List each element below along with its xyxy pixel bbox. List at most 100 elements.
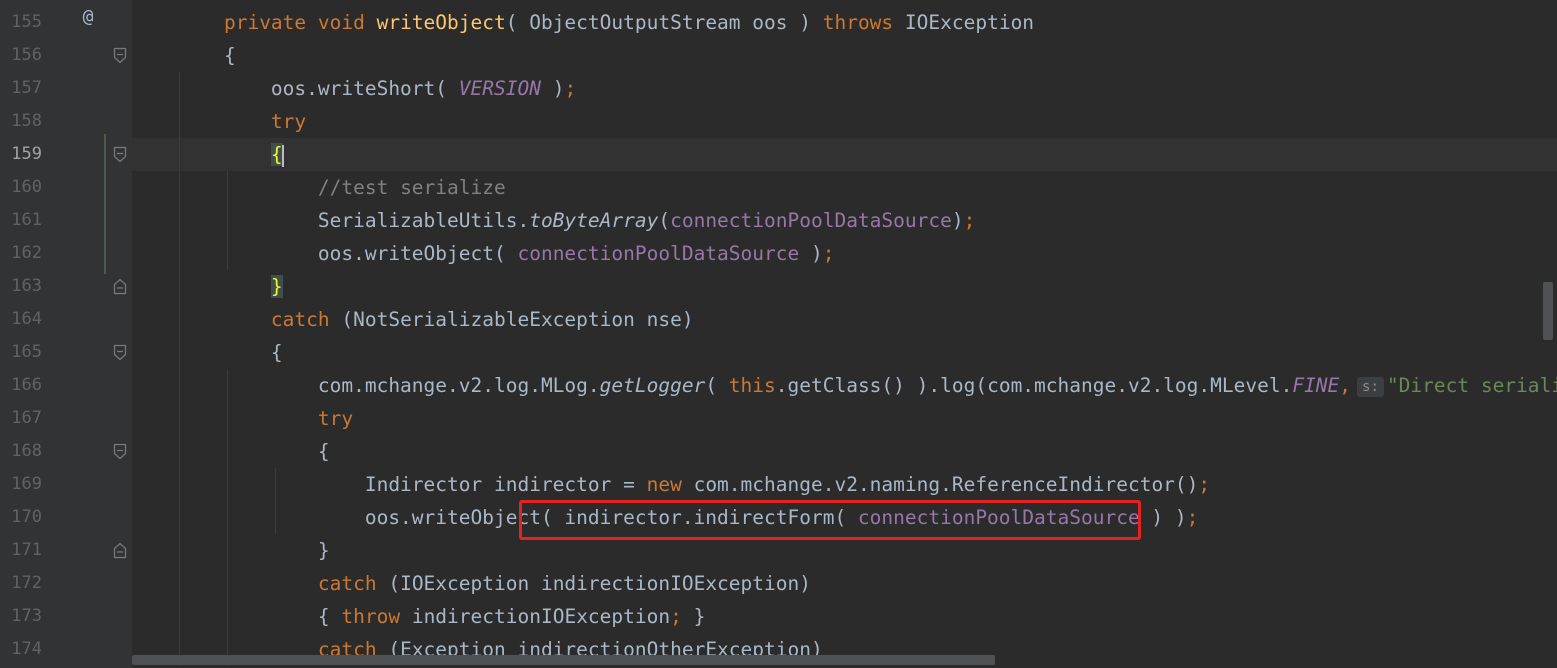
code-token: connectionPoolDataSource [670,209,952,232]
line-number[interactable]: 166 [0,369,42,402]
code-line[interactable]: { [177,39,236,72]
code-token: throws [822,11,905,34]
code-token: } [177,539,330,562]
code-token: catch [317,572,377,595]
code-line[interactable]: { throw indirectionIOException; } [177,600,705,633]
code-token: ) [799,242,823,265]
code-token: { [177,341,283,364]
code-line[interactable]: } [177,270,283,303]
code-token: writeObject [376,11,506,34]
code-token: oos.writeShort( [177,77,459,100]
code-token: FINE [1292,374,1340,397]
override-annotation-icon[interactable]: @ [79,8,97,26]
code-token: com.mchange.v2.naming.ReferenceIndirecto… [693,473,1199,496]
editor-gutter[interactable]: 155 156 157 158 159 160 161 162 163 164 165 166 167 1… [0,0,132,668]
code-line[interactable]: { [177,138,284,171]
text-caret [281,144,284,167]
code-token: { [177,440,330,463]
code-line[interactable]: catch (NotSerializableException nse) [177,303,694,336]
line-number[interactable]: 170 [0,501,42,534]
code-line[interactable]: //test serialize [177,171,506,204]
fold-open-icon[interactable] [113,443,127,460]
code-line[interactable]: } [177,534,330,567]
vertical-scrollbar[interactable] [1543,282,1553,340]
code-line[interactable]: com.mchange.v2.log.MLog.getLogger( this.… [177,369,1557,402]
line-number[interactable]: 171 [0,534,42,567]
code-token: (NotSerializableException nse) [329,308,694,331]
line-number[interactable]: 157 [0,72,42,105]
code-token: //test serialize [317,176,506,199]
code-token: ; [564,77,577,100]
line-number[interactable]: 158 [0,105,42,138]
code-token: ) ) [1139,506,1187,529]
code-token: { [177,44,236,67]
code-token: (IOException indirectionIOException) [376,572,811,595]
line-number[interactable]: 155 [0,6,42,39]
line-number[interactable]: 164 [0,303,42,336]
fold-close-icon[interactable] [113,542,127,559]
code-token: SerializableUtils. [177,209,530,232]
code-token: catch [270,308,330,331]
horizontal-scrollbar[interactable] [132,655,995,665]
code-line[interactable]: { [177,336,283,369]
line-number[interactable]: 173 [0,600,42,633]
code-line[interactable]: { [177,435,330,468]
line-number[interactable]: 165 [0,336,42,369]
line-number[interactable]: 167 [0,402,42,435]
fold-open-icon[interactable] [113,344,127,361]
code-token: ( ObjectOutputStream oos ) [505,11,823,34]
code-line[interactable]: oos.writeShort( VERSION ); [177,72,576,105]
code-area[interactable]: private void writeObject( ObjectOutputSt… [132,0,1557,668]
code-token: try [270,110,307,133]
code-line[interactable]: private void writeObject( ObjectOutputSt… [177,6,1034,39]
code-line[interactable]: Indirector indirector = new com.mchange.… [177,468,1210,501]
code-token: { [177,605,342,628]
line-number[interactable]: 162 [0,237,42,270]
fold-close-icon[interactable] [113,278,127,295]
line-number[interactable]: 174 [0,633,42,666]
code-token: indirectionIOException [411,605,671,628]
code-token: ; [670,605,682,628]
code-token: .getClass() ).log(com.mchange.v2.log.MLe… [775,374,1293,397]
line-number[interactable]: 156 [0,39,42,72]
code-editor[interactable]: 155 156 157 158 159 160 161 162 163 164 165 166 167 1… [0,0,1557,668]
code-token: Indirector indirector = [177,473,647,496]
red-highlight-annotation [519,500,1141,540]
line-number[interactable]: 168 [0,435,42,468]
code-token: ; [822,242,835,265]
code-token: new [646,473,694,496]
code-token: ) [951,209,964,232]
code-token: toByteArray [529,209,659,232]
code-token: try [317,407,354,430]
code-line[interactable]: try [177,402,353,435]
vcs-change-marker[interactable] [104,134,106,274]
fold-open-icon[interactable] [113,47,127,64]
line-number[interactable]: 163 [0,270,42,303]
code-line[interactable]: try [177,105,306,138]
code-token: ; [1186,506,1199,529]
code-token: } [681,605,706,628]
line-number[interactable]: 159 [0,138,42,171]
code-token: com.mchange.v2.log.MLog. [177,374,600,397]
code-token: private void [223,11,377,34]
line-number[interactable]: 161 [0,204,42,237]
code-token: IOException [904,11,1035,34]
code-line[interactable]: oos.writeObject( connectionPoolDataSourc… [177,237,835,270]
code-line[interactable]: SerializableUtils.toByteArray(connection… [177,204,975,237]
code-token: this [728,374,776,397]
line-number[interactable]: 172 [0,567,42,600]
line-number[interactable]: 169 [0,468,42,501]
code-token: throw [341,605,412,628]
parameter-name-hint: s: [1357,376,1384,397]
code-token: ( [705,374,729,397]
line-number[interactable]: 160 [0,171,42,204]
code-line[interactable]: catch (IOException indirectionIOExceptio… [177,567,811,600]
code-token: , [1339,374,1352,397]
code-token: getLogger [599,374,706,397]
fold-open-icon[interactable] [113,146,127,163]
